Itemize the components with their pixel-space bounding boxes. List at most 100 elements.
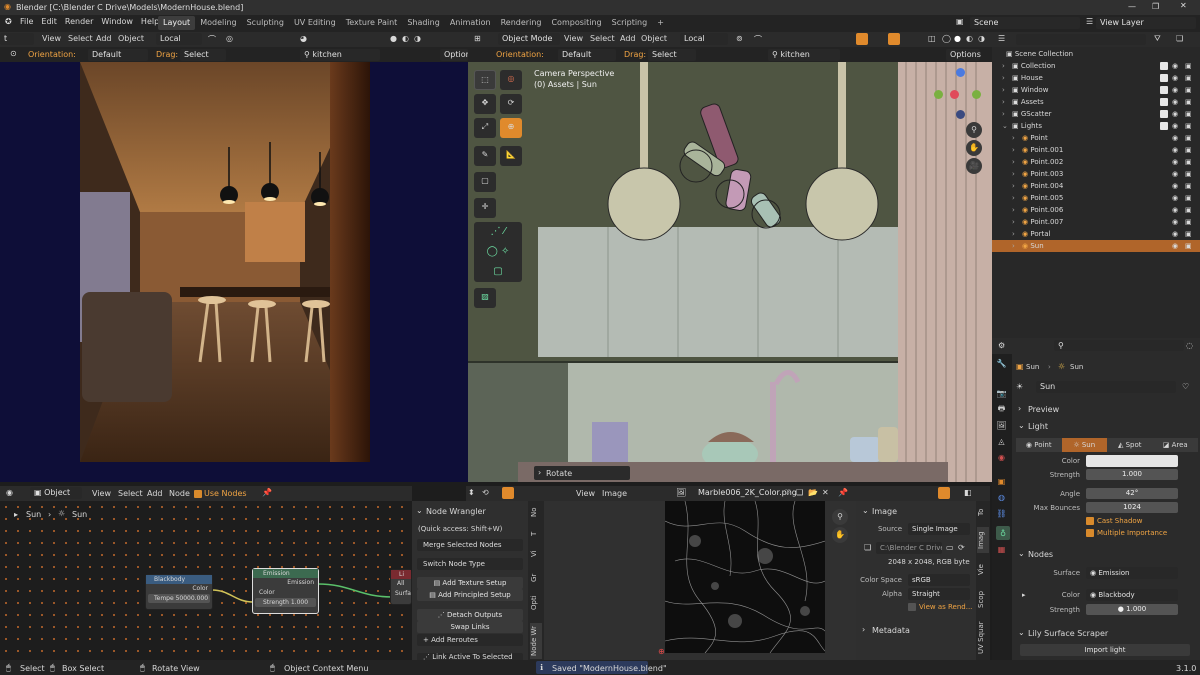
node-pin-icon[interactable]: 📌 (262, 488, 272, 497)
tab-shading[interactable]: Shading (402, 16, 445, 30)
nodes-panel-header[interactable]: ⌄ Nodes (1014, 547, 1198, 561)
max-bounces-field[interactable]: 1024 (1086, 502, 1178, 513)
tab-sculpting[interactable]: Sculpting (242, 16, 289, 30)
editor-type-icon[interactable]: ⊞ (474, 34, 481, 43)
eye-icon[interactable]: ◉ (1172, 60, 1178, 72)
properties-editor-icon[interactable]: ⚙ (998, 341, 1005, 350)
tab-scripting[interactable]: Scripting (607, 16, 653, 30)
node-object-dropdown[interactable]: ▣ Object (30, 487, 82, 499)
swap-links-button[interactable]: Swap Links (417, 621, 523, 633)
image-unlink-icon[interactable]: ✕ (822, 488, 829, 497)
blackbody-node[interactable]: Blackbody Color Tempe 50000.000 (145, 574, 213, 610)
emission-node[interactable]: Emission Emission Color Strength 1.000 (252, 568, 319, 614)
outliner-row[interactable]: › ◉ Point ◉ ▣ (992, 132, 1200, 144)
grid-scatter-tool-icon[interactable]: ▨ (474, 288, 496, 308)
angle-field[interactable]: 42° (1086, 488, 1178, 499)
move-tool-icon[interactable]: ✥ (474, 94, 496, 114)
render-camera-icon[interactable]: ▣ (1185, 120, 1192, 132)
image-editor-type-icon[interactable]: ⟲ (482, 488, 489, 497)
eye-icon[interactable]: ◉ (1172, 180, 1178, 192)
render-camera-icon[interactable]: ▣ (1185, 216, 1192, 228)
properties-search[interactable]: ⚲ (1054, 340, 1184, 351)
cast-shadow-checkbox[interactable]: Cast Shadow (1086, 517, 1142, 525)
maximize-icon[interactable]: ❐ (1152, 2, 1159, 11)
right-transform-dropdown[interactable]: Local (680, 33, 728, 45)
pin-icon[interactable]: ◌ (1186, 341, 1193, 350)
add-principled-setup-button[interactable]: ▤ Add Principled Setup (417, 589, 523, 601)
outliner-row[interactable]: › ▣ Assets ◉ ▣ (992, 96, 1200, 108)
physics-tab-icon[interactable]: ◍ (996, 492, 1007, 503)
add-reroutes-dropdown[interactable]: + Add Reroutes (417, 634, 523, 646)
strength-field[interactable]: 1.000 (1086, 469, 1178, 480)
left-overlay-icon[interactable]: ◕ (300, 34, 307, 43)
eye-icon[interactable]: ◉ (1172, 240, 1178, 252)
exclude-checkbox-icon[interactable] (1160, 86, 1168, 94)
left-viewport[interactable] (0, 62, 468, 482)
last-operator-panel[interactable]: › Rotate (534, 466, 630, 480)
render-camera-icon[interactable]: ▣ (1185, 96, 1192, 108)
image-path-field[interactable]: C:\Blender C Drive... (876, 542, 942, 554)
output-tab-icon[interactable]: 🖶 (996, 404, 1007, 415)
view-layer-tab-icon[interactable]: 🖼 (996, 420, 1007, 431)
object-tab-icon[interactable]: ▣ (996, 476, 1007, 487)
right-drag-dropdown[interactable]: Select Box (648, 49, 696, 71)
eye-icon[interactable]: ◉ (1172, 96, 1178, 108)
close-icon[interactable]: ✕ (1180, 1, 1187, 10)
gizmo-y-icon[interactable] (972, 90, 981, 99)
view-layer-icon[interactable]: ☰ (1086, 17, 1093, 26)
menu-edit[interactable]: Edit (41, 17, 57, 26)
render-tab-icon[interactable]: 📷 (996, 388, 1007, 399)
left-orientation-dropdown[interactable]: Default (88, 49, 148, 61)
right-search-field[interactable]: ⚲ kitchen (768, 49, 840, 61)
expand-arrow-icon[interactable]: › (1012, 180, 1015, 192)
outliner-row[interactable]: › ▣ House ◉ ▣ (992, 72, 1200, 84)
scale-tool-icon[interactable]: ⤢ (474, 118, 496, 138)
tab-animation[interactable]: Animation (445, 16, 496, 30)
light-datablock-icon[interactable]: ☀ (1016, 382, 1023, 391)
node-menu-add[interactable]: Add (147, 489, 163, 498)
eye-icon[interactable]: ◉ (1172, 120, 1178, 132)
vtab-tool[interactable]: T (530, 527, 542, 541)
left-snap-icon[interactable]: ⌒ (208, 34, 216, 45)
vtab-image-view[interactable]: Vie (977, 561, 989, 579)
shading-wireframe-icon[interactable]: ◯ (942, 34, 951, 43)
image-overlay-icon[interactable] (938, 487, 950, 499)
outliner-row[interactable]: › ◉ Point.003 ◉ ▣ (992, 168, 1200, 180)
right-viewport[interactable]: ⬚ ◎ ✥ ⟳ ⤢ ⊕ ✎ 📐 ▢ ✛ ⋰ ⁄ ◯ ✧ ▢ ▨ Camera Per… (468, 62, 992, 482)
left-search-field[interactable]: ⚲ kitchen (300, 49, 380, 61)
scene-icon[interactable]: ▣ (956, 17, 964, 26)
vtab-view[interactable]: Vi (530, 547, 542, 561)
color-swatch[interactable] (1086, 455, 1178, 467)
expand-arrow-icon[interactable]: › (1002, 96, 1005, 108)
image-menu-image[interactable]: Image (602, 489, 627, 498)
right-menu-select[interactable]: Select (590, 34, 615, 43)
expand-arrow-icon[interactable]: › (1002, 108, 1005, 120)
outliner-row[interactable]: › ◉ Point.006 ◉ ▣ (992, 204, 1200, 216)
source-dropdown[interactable]: Single Image (908, 523, 970, 535)
exclude-checkbox-icon[interactable] (1160, 242, 1168, 250)
image-pin-icon[interactable]: 📌 (838, 488, 848, 497)
pan-icon[interactable]: ✋ (966, 140, 982, 156)
xray-icon[interactable]: ◫ (928, 34, 936, 43)
left-tool-icon[interactable]: ⊙ (10, 49, 17, 58)
gizmo-toggle-icon[interactable] (856, 33, 868, 45)
left-shading-solid-icon[interactable]: ● (390, 34, 397, 43)
right-menu-object[interactable]: Object (641, 34, 667, 43)
detach-outputs-button[interactable]: ⋰ Detach Outputs (417, 609, 523, 621)
right-pivot-icon[interactable]: ⊚ (736, 34, 743, 43)
tab-uv-editing[interactable]: UV Editing (289, 16, 341, 30)
image-open-icon[interactable]: 📂 (808, 488, 818, 497)
right-orientation-dropdown[interactable]: Default (558, 49, 616, 61)
render-camera-icon[interactable]: ▣ (1185, 144, 1192, 156)
exclude-checkbox-icon[interactable] (1160, 110, 1168, 118)
light-type-area[interactable]: ◪ Area (1152, 438, 1198, 452)
shading-material-icon[interactable]: ◐ (966, 34, 973, 43)
fake-user-icon[interactable]: ♡ (1182, 382, 1189, 391)
exclude-checkbox-icon[interactable] (1160, 158, 1168, 166)
node-menu-node[interactable]: Node (169, 489, 190, 498)
expand-arrow-icon[interactable]: › (1012, 204, 1015, 216)
left-transform-dropdown[interactable]: Local (156, 33, 202, 45)
texture-tab-icon[interactable]: ▦ (996, 544, 1007, 555)
light-panel-header[interactable]: ⌄ Light (1014, 419, 1198, 433)
image-area-resize-icon[interactable]: ⬍ (468, 488, 475, 497)
